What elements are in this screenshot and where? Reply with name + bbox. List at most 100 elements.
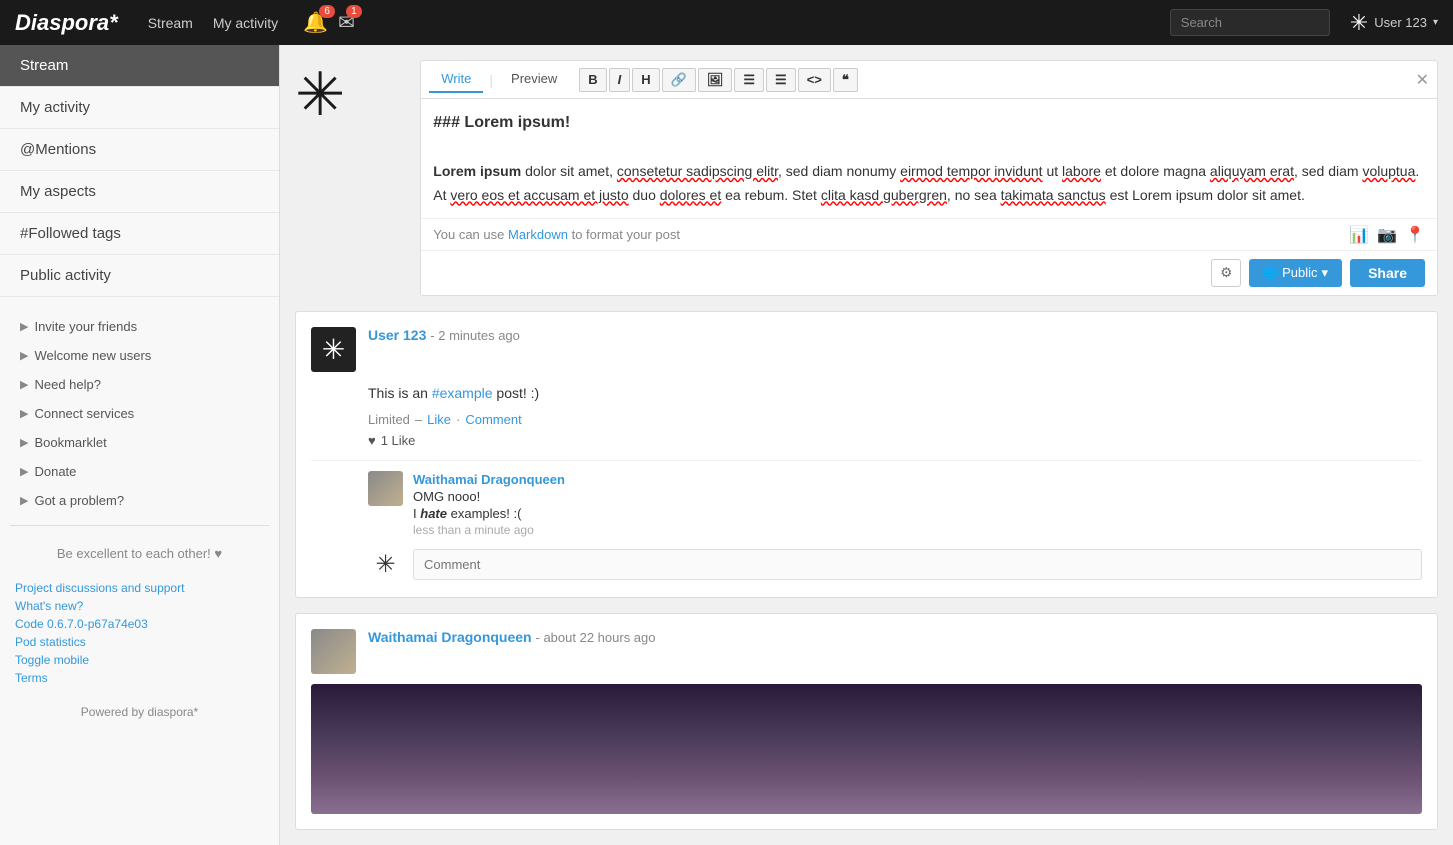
format-italic-button[interactable]: I (609, 68, 631, 92)
compose-media-icons: 📊 📷 📍 (1349, 225, 1425, 245)
footer-link-code[interactable]: Code 0.6.7.0-p67a74e03 (15, 617, 264, 631)
post-1-comment-button[interactable]: Comment (465, 412, 521, 427)
search-area (1170, 9, 1330, 36)
format-ul-button[interactable]: ☰ (734, 68, 764, 92)
comment-body-1: Waithamai Dragonqueen OMG nooo! I hate e… (413, 471, 1422, 537)
menu-problem-label: Got a problem? (34, 493, 124, 508)
compose-tab-preview[interactable]: Preview (499, 66, 569, 93)
post-header-1: ✳ User 123 - 2 minutes ago (311, 327, 1422, 372)
sidebar: Stream My activity @Mentions My aspects … (0, 45, 280, 845)
comment-author-1[interactable]: Waithamai Dragonqueen (413, 472, 565, 487)
messages-badge: 1 (346, 5, 362, 18)
powered-by: Powered by diaspora* (0, 695, 279, 729)
format-heading-button[interactable]: H (632, 68, 659, 92)
menu-welcome-label: Welcome new users (34, 348, 151, 363)
format-image-button[interactable]: 🖼 (698, 68, 733, 92)
public-caret: ▾ (1322, 265, 1329, 281)
format-code-button[interactable]: <> (798, 68, 831, 92)
user-caret-icon: ▾ (1433, 17, 1438, 28)
notifications-badge: 6 (319, 5, 335, 18)
menu-bookmarklet[interactable]: ▶ Bookmarklet (10, 428, 269, 457)
comment-avatar-img (368, 471, 403, 506)
messages-icon[interactable]: ✉ 1 (338, 10, 355, 35)
comment-input-area: ✳ (368, 547, 1422, 582)
post-card-2: Waithamai Dragonqueen - about 22 hours a… (295, 613, 1438, 830)
sidebar-footer-links: Project discussions and support What's n… (0, 571, 279, 695)
arrow-icon: ▶ (20, 494, 28, 507)
footer-link-whatsnew[interactable]: What's new? (15, 599, 264, 613)
sidebar-item-public-activity[interactable]: Public activity (0, 255, 279, 297)
menu-help-label: Need help? (34, 377, 101, 392)
compose-row: ✳ Write | Preview B I H 🔗 🖼 ☰ ☰ (295, 60, 1438, 296)
menu-welcome-new-users[interactable]: ▶ Welcome new users (10, 341, 269, 370)
post-2-author[interactable]: Waithamai Dragonqueen (368, 629, 532, 645)
compose-tab-write[interactable]: Write (429, 66, 483, 93)
nav-stream[interactable]: Stream (148, 15, 193, 31)
brand-logo[interactable]: Diaspora* (15, 10, 118, 36)
globe-icon: 🌐 (1263, 266, 1278, 280)
comment-italic-word: hate (420, 506, 447, 521)
post-1-tag[interactable]: #example (432, 385, 493, 401)
post-1-author[interactable]: User 123 (368, 327, 426, 343)
sidebar-item-mentions[interactable]: @Mentions (0, 129, 279, 171)
sidebar-item-stream[interactable]: Stream (0, 45, 279, 87)
compose-footer-hint: You can use Markdown to format your post… (421, 218, 1437, 250)
sidebar-item-my-activity[interactable]: My activity (0, 87, 279, 129)
search-input[interactable] (1170, 9, 1330, 36)
arrow-icon: ▶ (20, 378, 28, 391)
heart-icon: ♥ (368, 433, 376, 448)
chart-icon[interactable]: 📊 (1349, 225, 1369, 245)
compose-close-button[interactable]: ✕ (1416, 70, 1429, 90)
format-ol-button[interactable]: ☰ (766, 68, 796, 92)
camera-icon[interactable]: 📷 (1377, 225, 1397, 245)
compose-gear-button[interactable]: ⚙ (1211, 259, 1241, 287)
notifications-icon[interactable]: 🔔 6 (303, 10, 328, 35)
menu-got-problem[interactable]: ▶ Got a problem? (10, 486, 269, 515)
compose-toolbar: Write | Preview B I H 🔗 🖼 ☰ ☰ <> ❝ ✕ (421, 61, 1437, 99)
comment-avatar-1 (368, 471, 403, 506)
comment-detail-before: I (413, 506, 417, 521)
footer-link-project[interactable]: Project discussions and support (15, 581, 264, 595)
comment-text-main: OMG nooo! (413, 489, 1422, 504)
username-label: User 123 (1374, 15, 1427, 30)
menu-connect-label: Connect services (34, 406, 134, 421)
sidebar-item-followed-tags[interactable]: #Followed tags (0, 213, 279, 255)
menu-connect-services[interactable]: ▶ Connect services (10, 399, 269, 428)
footer-link-terms[interactable]: Terms (15, 671, 264, 685)
arrow-icon: ▶ (20, 465, 28, 478)
sidebar-menu-section: ▶ Invite your friends ▶ Welcome new user… (0, 312, 279, 515)
menu-donate[interactable]: ▶ Donate (10, 457, 269, 486)
format-link-button[interactable]: 🔗 (662, 68, 696, 92)
location-icon[interactable]: 📍 (1405, 225, 1425, 245)
menu-bookmarklet-label: Bookmarklet (34, 435, 106, 450)
compose-public-button[interactable]: 🌐 Public ▾ (1249, 259, 1342, 287)
compose-box: Write | Preview B I H 🔗 🖼 ☰ ☰ <> ❝ ✕ (420, 60, 1438, 296)
menu-invite-friends[interactable]: ▶ Invite your friends (10, 312, 269, 341)
markdown-link[interactable]: Markdown (508, 227, 568, 242)
footer-link-toggle-mobile[interactable]: Toggle mobile (15, 653, 264, 667)
footer-link-pod-stats[interactable]: Pod statistics (15, 635, 264, 649)
tab-divider: | (489, 72, 493, 88)
user-menu[interactable]: ✳ User 123 ▾ (1350, 10, 1438, 36)
arrow-icon: ▶ (20, 407, 28, 420)
post-2-image (311, 684, 1422, 814)
arrow-icon: ▶ (20, 436, 28, 449)
sidebar-item-my-aspects[interactable]: My aspects (0, 171, 279, 213)
format-quote-button[interactable]: ❝ (833, 68, 858, 92)
post-1-like-button[interactable]: Like (427, 412, 451, 427)
compose-share-button[interactable]: Share (1350, 259, 1425, 287)
comment-time-1: less than a minute ago (413, 523, 1422, 537)
post-1-likes: ♥ 1 Like (368, 433, 1422, 448)
compose-heading: ### Lorem ipsum! (433, 109, 1425, 136)
nav-my-activity[interactable]: My activity (213, 15, 278, 31)
hint-text-after: to format your post (572, 227, 680, 242)
menu-need-help[interactable]: ▶ Need help? (10, 370, 269, 399)
compose-body[interactable]: ### Lorem ipsum! Lorem ipsum dolor sit a… (421, 99, 1437, 218)
post-1-visibility: Limited (368, 412, 410, 427)
post-1-text-before: This is an (368, 385, 428, 401)
page-layout: Stream My activity @Mentions My aspects … (0, 45, 1453, 845)
post-header-2: Waithamai Dragonqueen - about 22 hours a… (311, 629, 1422, 674)
comment-input[interactable] (413, 549, 1422, 580)
comment-item-1: Waithamai Dragonqueen OMG nooo! I hate e… (368, 471, 1422, 537)
format-bold-button[interactable]: B (579, 68, 606, 92)
